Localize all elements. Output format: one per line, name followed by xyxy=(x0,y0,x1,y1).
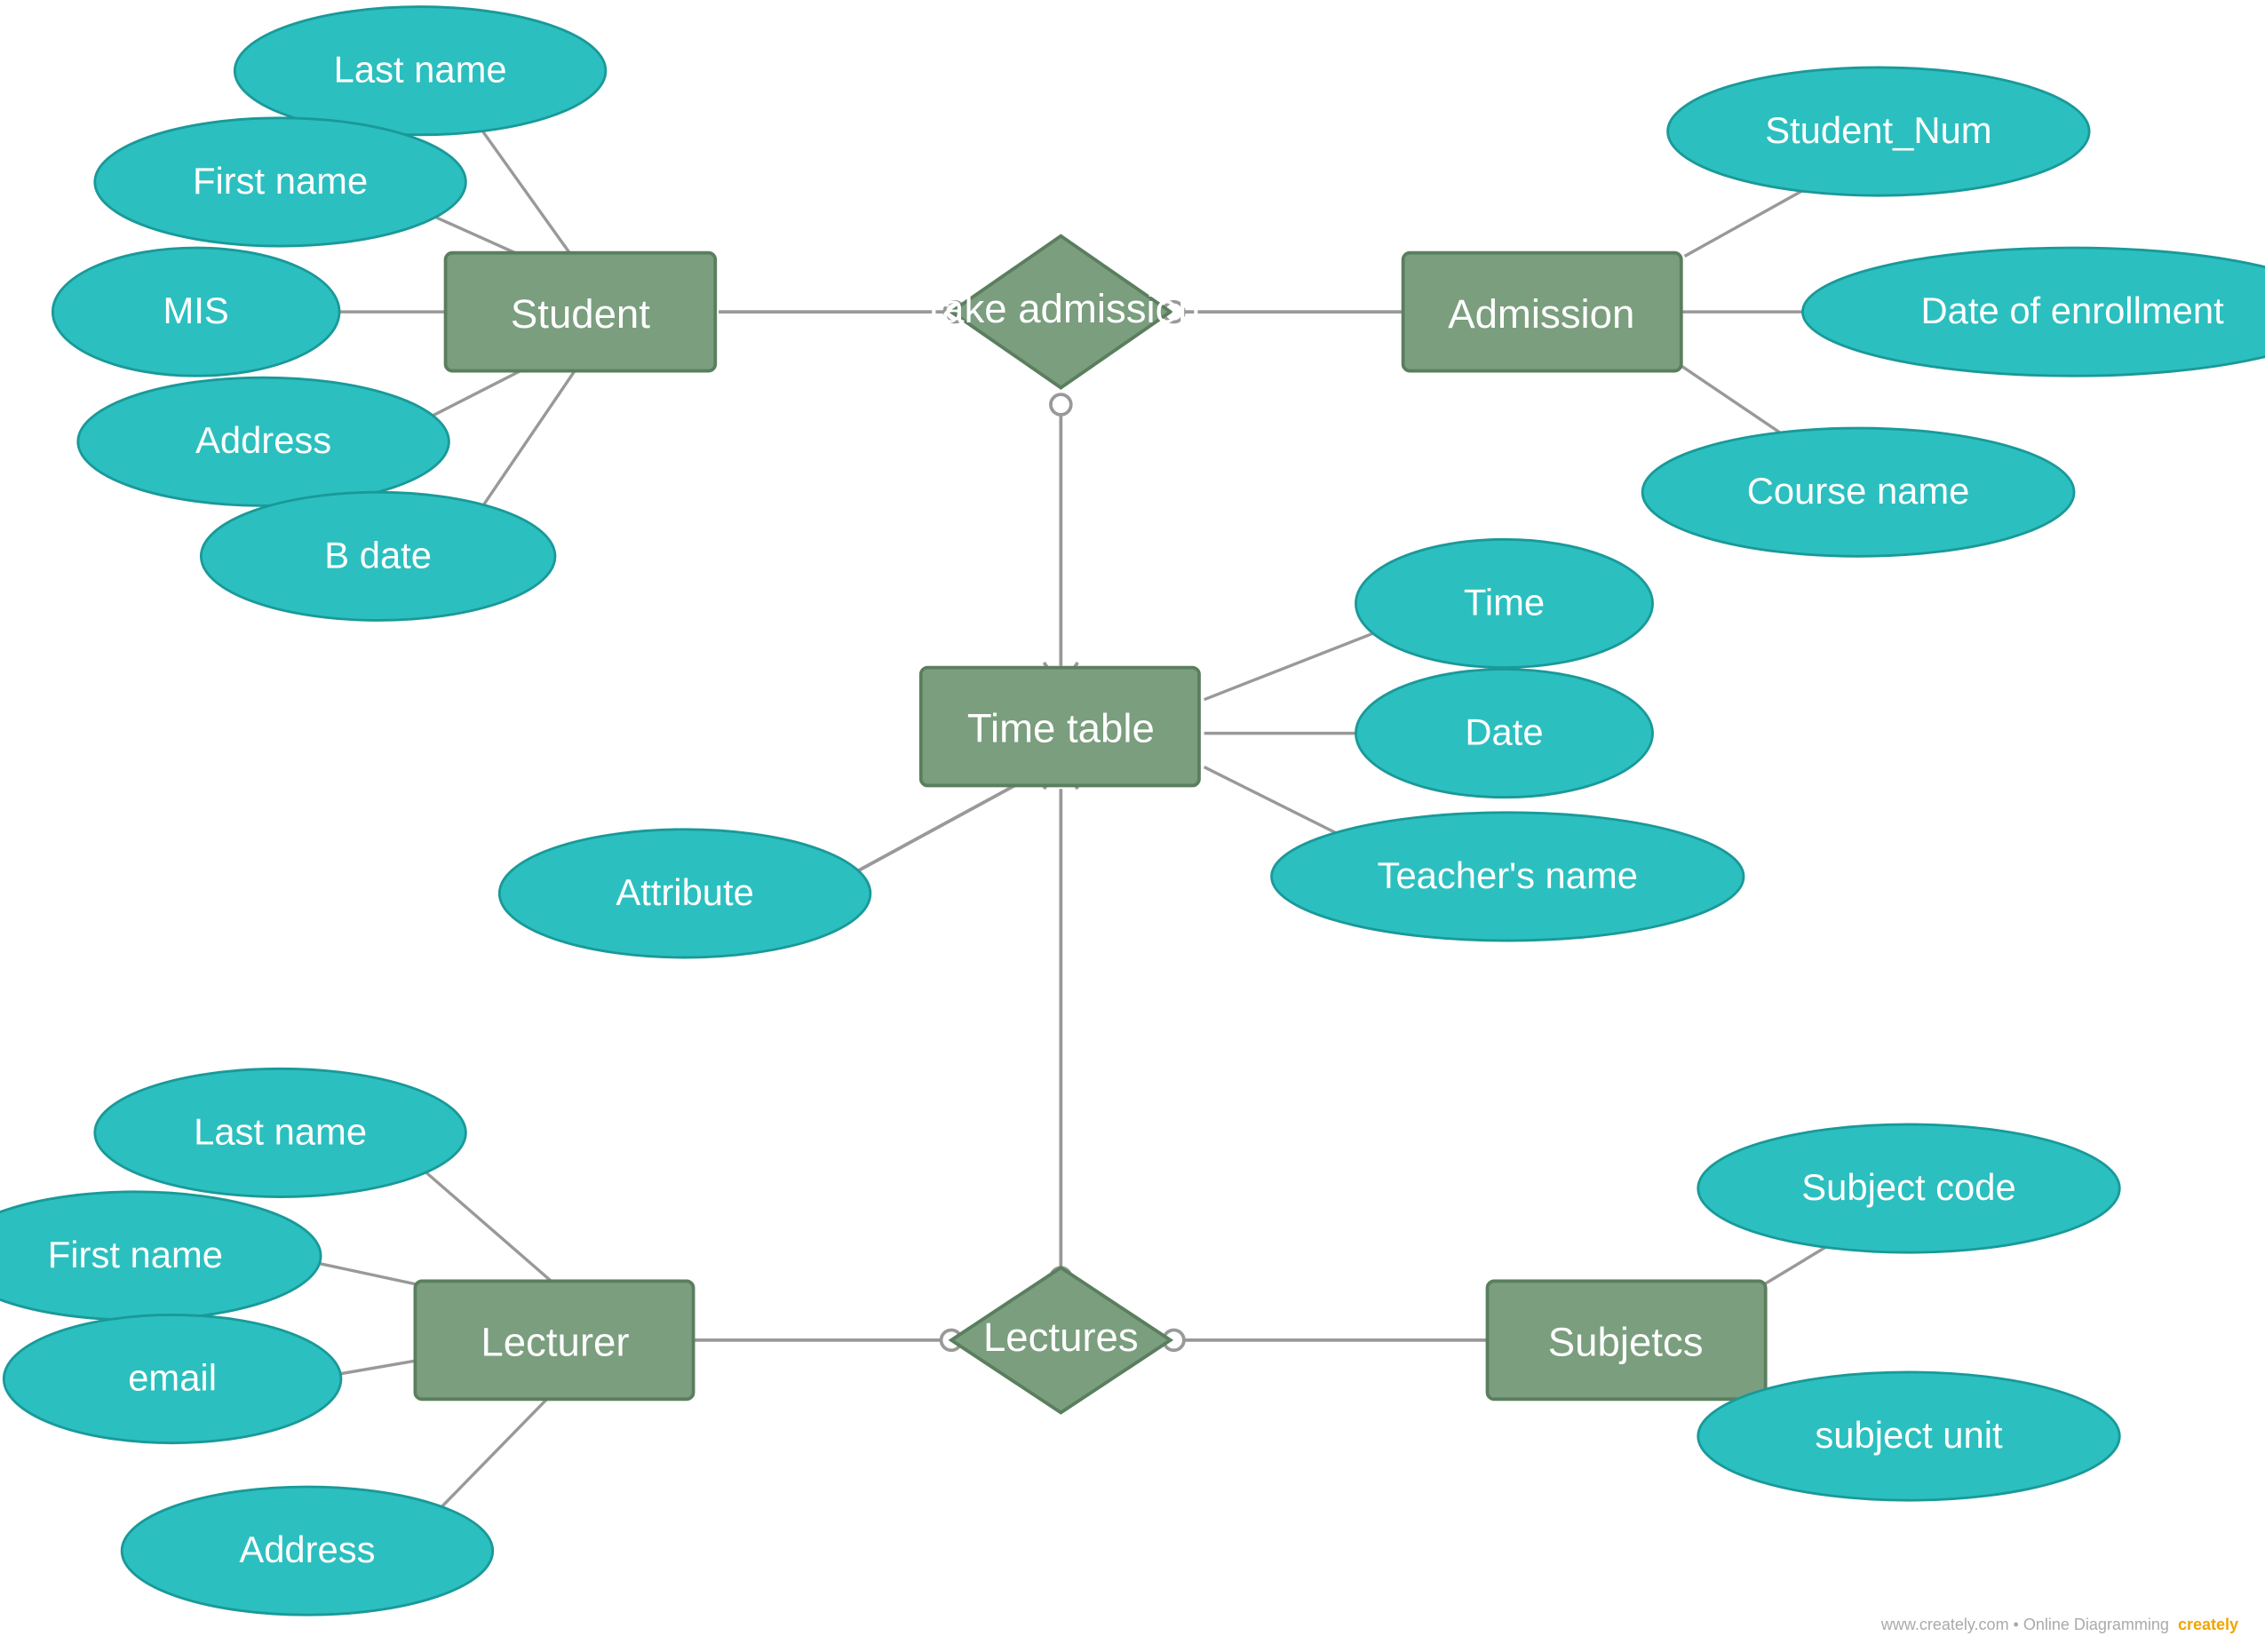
attr-lastname-lecturer-label: Last name xyxy=(194,1110,367,1152)
attr-lastname-student-label: Last name xyxy=(334,49,507,91)
brand-name: creately xyxy=(2178,1616,2238,1633)
entity-lecturer-label: Lecturer xyxy=(481,1320,629,1365)
entity-subjects-label: Subjetcs xyxy=(1548,1320,1704,1365)
attr-address-student-label: Address xyxy=(195,419,331,461)
attr-subjectcode-label: Subject code xyxy=(1801,1166,2015,1208)
attr-mis-label: MIS xyxy=(163,290,229,331)
attr-attribute-label: Attribute xyxy=(616,871,753,913)
entity-student-label: Student xyxy=(511,291,650,337)
rel-lectures-label: Lectures xyxy=(983,1314,1139,1360)
watermark: www.creately.com • Online Diagramming cr… xyxy=(1881,1616,2238,1634)
line-lastname-s xyxy=(471,115,572,256)
attr-subjectunit-label: subject unit xyxy=(1815,1414,2003,1456)
circle-take-bottom xyxy=(1051,394,1071,415)
attr-time-label: Time xyxy=(1464,581,1545,623)
attr-address-lecturer-label: Address xyxy=(239,1529,375,1570)
rel-take-admission-label: Take admission xyxy=(921,286,1200,331)
attr-bdate-label: B date xyxy=(324,534,432,576)
attr-firstname-student-label: First name xyxy=(193,160,368,202)
entity-timetable-label: Time table xyxy=(967,706,1155,751)
attr-email-label: email xyxy=(128,1356,217,1398)
attr-dateenroll-label: Date of enrollment xyxy=(1921,290,2225,331)
attr-teachername-label: Teacher's name xyxy=(1378,854,1638,896)
attr-studentnum-label: Student_Num xyxy=(1765,109,1991,151)
attr-date-label: Date xyxy=(1465,711,1543,753)
entity-admission-label: Admission xyxy=(1448,291,1634,337)
er-diagram: Student Admission Time table Lecturer Su… xyxy=(0,0,2265,1652)
attr-firstname-lecturer-label: First name xyxy=(48,1234,223,1275)
attr-coursename-label: Course name xyxy=(1747,470,1970,512)
